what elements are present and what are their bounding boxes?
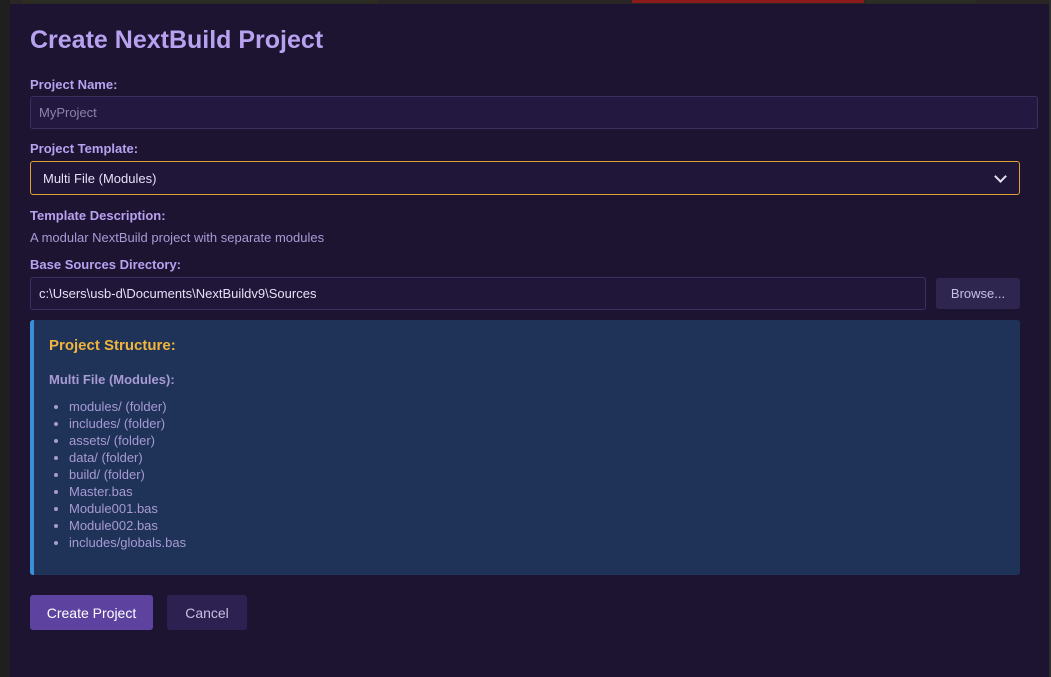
template-description-text: A modular NextBuild project with separat… — [30, 230, 325, 245]
project-template-label: Project Template: — [30, 141, 139, 156]
list-item: includes/ (folder) — [69, 415, 186, 432]
list-item: Module002.bas — [69, 517, 186, 534]
tab-indicator — [866, 0, 976, 3]
project-structure-list: modules/ (folder) includes/ (folder) ass… — [49, 398, 186, 551]
project-structure-subtitle: Multi File (Modules): — [49, 372, 175, 387]
chevron-down-icon — [994, 169, 1007, 183]
project-template-select[interactable]: Multi File (Modules) — [30, 161, 1020, 195]
list-item: Master.bas — [69, 483, 186, 500]
base-sources-label: Base Sources Directory: — [30, 257, 182, 272]
list-item: modules/ (folder) — [69, 398, 186, 415]
list-item: data/ (folder) — [69, 449, 186, 466]
create-project-panel: Create NextBuild Project Project Name: M… — [10, 4, 1049, 677]
list-item: includes/globals.bas — [69, 534, 186, 551]
browse-button[interactable]: Browse... — [936, 278, 1020, 309]
project-structure-title: Project Structure: — [49, 337, 176, 354]
base-sources-value: c:\Users\usb-d\Documents\NextBuildv9\Sou… — [39, 286, 317, 301]
project-name-placeholder: MyProject — [39, 105, 97, 120]
project-template-value: Multi File (Modules) — [43, 170, 157, 186]
project-structure-panel: Project Structure: Multi File (Modules):… — [30, 320, 1020, 575]
cancel-button[interactable]: Cancel — [167, 595, 247, 630]
page-title: Create NextBuild Project — [30, 26, 324, 54]
tab-indicator — [22, 0, 378, 3]
editor-gutter — [0, 0, 10, 677]
base-sources-input[interactable]: c:\Users\usb-d\Documents\NextBuildv9\Sou… — [30, 277, 926, 310]
template-description-label: Template Description: — [30, 208, 166, 223]
list-item: Module001.bas — [69, 500, 186, 517]
create-project-button[interactable]: Create Project — [30, 595, 153, 630]
list-item: assets/ (folder) — [69, 432, 186, 449]
active-tab-indicator — [632, 0, 864, 3]
list-item: build/ (folder) — [69, 466, 186, 483]
project-name-input[interactable]: MyProject — [30, 96, 1038, 129]
project-name-label: Project Name: — [30, 77, 118, 92]
